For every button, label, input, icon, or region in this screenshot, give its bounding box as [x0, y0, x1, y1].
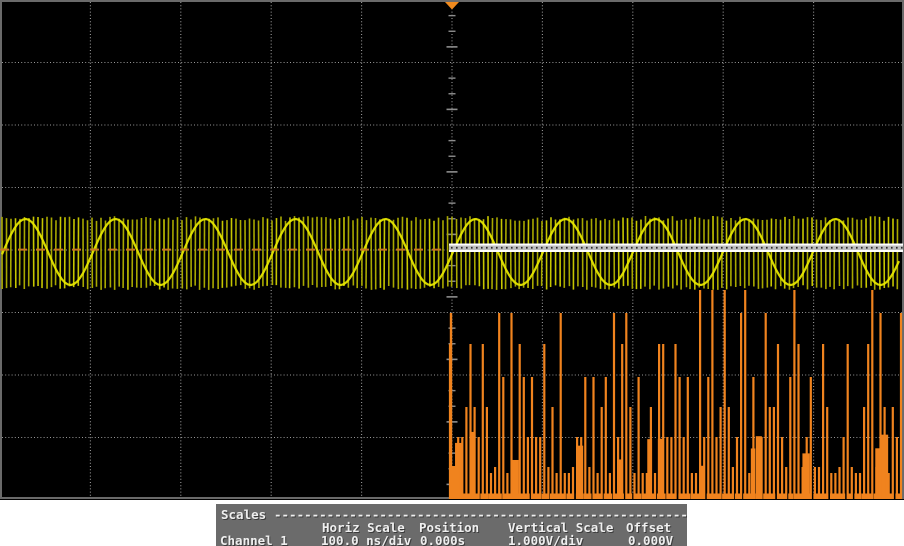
channel1-waveform-trace [2, 216, 899, 290]
channel-position-value: 0.000s [420, 533, 465, 546]
trigger-position-icon[interactable] [445, 2, 459, 10]
scope-display-area [0, 0, 904, 500]
channel-name: Channel 1 [220, 533, 288, 546]
channel-horiz-scale-value: 100.0 ns/div [321, 533, 411, 546]
scales-panel-title-row: Scales ---------------------------------… [216, 507, 687, 520]
oscilloscope-screen [0, 0, 904, 500]
channel2-burst-trace [449, 290, 902, 499]
scales-panel: Scales ---------------------------------… [216, 504, 687, 546]
channel1-scales-row: Channel 1 100.0 ns/div 0.000s 1.000V/div… [216, 533, 687, 546]
channel-vertical-scale-value: 1.000V/div [508, 533, 583, 546]
scales-header-row: Horiz Scale Position Vertical Scale Offs… [216, 520, 687, 533]
channel-offset-value: 0.000V [628, 533, 673, 546]
reference-bar [449, 244, 903, 253]
